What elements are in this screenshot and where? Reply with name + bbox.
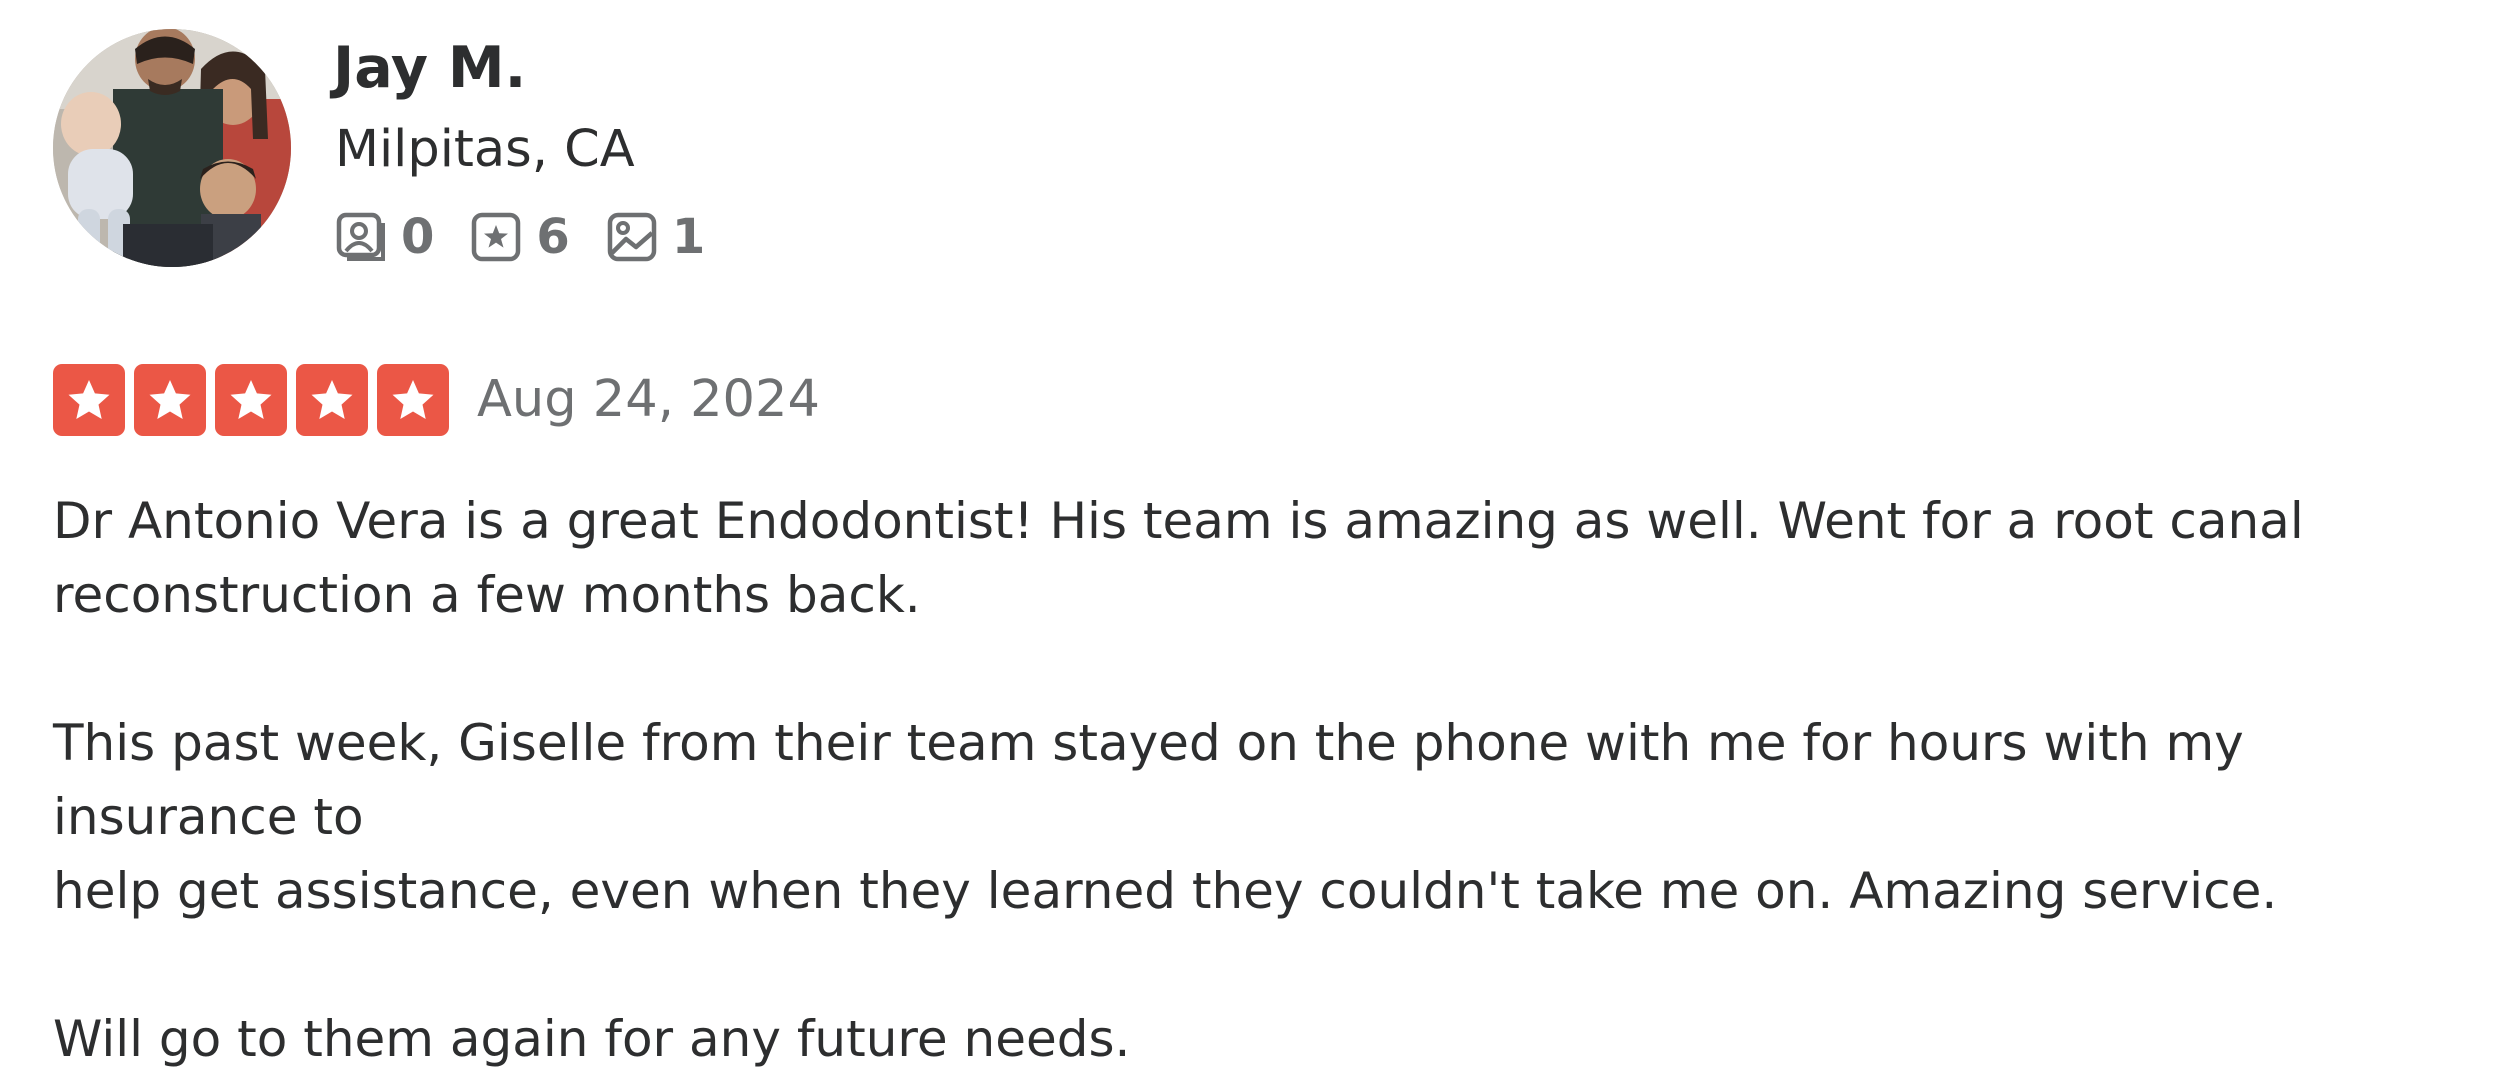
review-paragraph: Dr Antonio Vera is a great Endodontist! … [53,492,2304,624]
user-photo-avatar-icon [53,29,291,267]
review-card: Jay M. Milpitas, CA 0 6 1 Aug 24, 2024 D… [0,0,2500,1068]
avatar[interactable] [53,29,291,267]
photos-count: 1 [671,209,706,265]
reviews-icon [470,211,522,263]
user-stats: 0 6 1 [335,208,741,266]
user-location: Milpitas, CA [335,120,635,179]
star-icon [53,364,125,436]
friends-count: 0 [401,209,435,265]
reviews-count: 6 [536,209,570,265]
review-date: Aug 24, 2024 [477,370,820,429]
stat-friends: 0 [335,208,434,266]
review-paragraph: This past week, Giselle from their team … [53,714,2278,920]
friends-icon [335,211,387,263]
star-icon [377,364,449,436]
rating-row: Aug 24, 2024 [53,363,820,437]
review-paragraph: Will go to them again for any future nee… [53,1010,1131,1068]
user-name[interactable]: Jay M. [333,30,526,106]
star-icon [296,364,368,436]
photos-icon [606,211,658,263]
star-icon [215,364,287,436]
star-icon [134,364,206,436]
star-rating [53,364,449,436]
stat-photos: 1 [606,208,705,266]
review-text: Dr Antonio Vera is a great Endodontist! … [53,484,2473,1076]
stat-reviews: 6 [470,208,570,266]
